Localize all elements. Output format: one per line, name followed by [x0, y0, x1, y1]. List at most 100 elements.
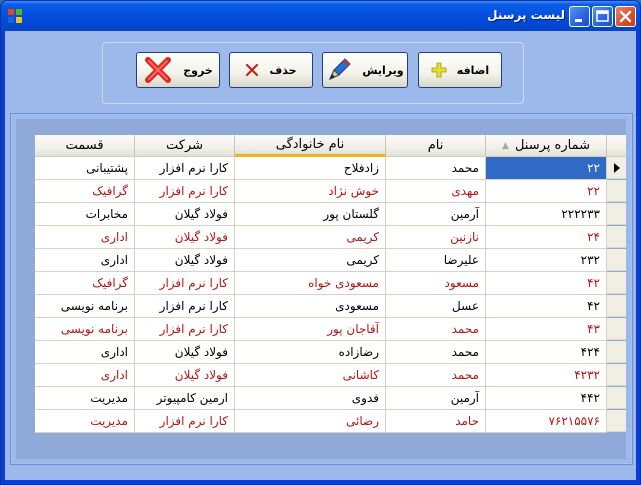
cell-first-name[interactable]: عسل: [386, 295, 486, 318]
column-header-department[interactable]: قسمت: [35, 135, 135, 157]
cell-last-name[interactable]: زادفلاح: [235, 157, 386, 180]
column-header-last-name[interactable]: نام خانوادگی: [235, 135, 386, 157]
row-header[interactable]: [607, 410, 626, 432]
current-row-arrow-icon: [613, 162, 620, 173]
cell-last-name[interactable]: مسعودی خواه: [235, 272, 386, 295]
cell-department[interactable]: گرافیک: [35, 180, 135, 203]
close-button[interactable]: [615, 6, 636, 27]
row-header[interactable]: [607, 180, 626, 202]
row-header[interactable]: [607, 157, 626, 179]
cell-personnel-number[interactable]: ۴۳: [486, 318, 607, 341]
column-header-label: نام خانوادگی: [275, 137, 345, 152]
cell-personnel-number[interactable]: ۲۲: [486, 157, 607, 180]
column-header-personnel-number[interactable]: شماره پرسنل ▲: [486, 135, 607, 157]
cell-last-name[interactable]: گلستان پور: [235, 203, 386, 226]
cell-company[interactable]: کارا نرم افزار: [135, 318, 235, 341]
column-header-first-name[interactable]: نام: [386, 135, 486, 157]
cell-department[interactable]: مدیریت: [35, 387, 135, 410]
toolbar-group: خروج حذف ویرایش اضافه: [102, 42, 524, 104]
minimize-icon: [575, 19, 582, 22]
cell-first-name[interactable]: نازنین: [386, 226, 486, 249]
cell-department[interactable]: اداری: [35, 364, 135, 387]
personnel-grid[interactable]: شماره پرسنل ▲ نام نام خانوادگی شرکت قسمت…: [16, 119, 626, 459]
row-header[interactable]: [607, 387, 626, 409]
delete-button[interactable]: حذف: [229, 52, 313, 88]
cell-company[interactable]: فولاد گیلان: [135, 341, 235, 364]
row-header[interactable]: [607, 318, 626, 340]
cell-company[interactable]: کارا نرم افزار: [135, 157, 235, 180]
cell-company[interactable]: فولاد گیلان: [135, 203, 235, 226]
cell-last-name[interactable]: خوش نژاد: [235, 180, 386, 203]
grid-corner-header[interactable]: [607, 135, 626, 157]
cell-last-name[interactable]: مسعودی: [235, 295, 386, 318]
row-header[interactable]: [607, 203, 626, 225]
cell-last-name[interactable]: رضائی: [235, 410, 386, 433]
row-header[interactable]: [607, 341, 626, 363]
close-icon: [619, 10, 632, 23]
cell-last-name[interactable]: رضازاده: [235, 341, 386, 364]
maximize-button[interactable]: [592, 6, 613, 27]
cell-personnel-number[interactable]: ۴۴۲: [486, 387, 607, 410]
cell-first-name[interactable]: علیرضا: [386, 249, 486, 272]
window-title: لیست پرسنل: [487, 8, 565, 22]
x-icon: [246, 63, 259, 77]
cell-last-name[interactable]: کاشانی: [235, 364, 386, 387]
row-header[interactable]: [607, 226, 626, 248]
cell-personnel-number[interactable]: ۴۲: [486, 272, 607, 295]
cell-last-name[interactable]: کریمی: [235, 249, 386, 272]
cell-first-name[interactable]: محمد: [386, 364, 486, 387]
cell-company[interactable]: ارمین کامپیوتر: [135, 387, 235, 410]
cell-first-name[interactable]: محمد: [386, 157, 486, 180]
cell-personnel-number[interactable]: ۴۲۳۲: [486, 364, 607, 387]
cell-department[interactable]: اداری: [35, 249, 135, 272]
cell-company[interactable]: کارا نرم افزار: [135, 295, 235, 318]
cell-last-name[interactable]: کریمی: [235, 226, 386, 249]
add-button-label: اضافه: [456, 63, 490, 77]
cell-personnel-number[interactable]: ۴۲۴: [486, 341, 607, 364]
cell-company[interactable]: فولاد گیلان: [135, 249, 235, 272]
cell-first-name[interactable]: آرمین: [386, 203, 486, 226]
minimize-button[interactable]: [569, 6, 590, 27]
cell-personnel-number[interactable]: ۲۳۲: [486, 249, 607, 272]
cell-personnel-number[interactable]: ۴۲: [486, 295, 607, 318]
row-header[interactable]: [607, 295, 626, 317]
cell-company[interactable]: فولاد گیلان: [135, 364, 235, 387]
cell-last-name[interactable]: فدوی: [235, 387, 386, 410]
exit-button-label: خروج: [183, 63, 213, 77]
edit-button[interactable]: ویرایش: [322, 52, 408, 88]
row-header[interactable]: [607, 249, 626, 271]
cell-personnel-number[interactable]: ۲۴: [486, 226, 607, 249]
cell-personnel-number[interactable]: ۲۲۲۲۳۳: [486, 203, 607, 226]
cell-first-name[interactable]: آرمین: [386, 387, 486, 410]
windows-flag-icon[interactable]: [7, 8, 23, 24]
cell-company[interactable]: کارا نرم افزار: [135, 180, 235, 203]
grid-panel: شماره پرسنل ▲ نام نام خانوادگی شرکت قسمت…: [10, 113, 633, 465]
cell-personnel-number[interactable]: ۲۲: [486, 180, 607, 203]
title-bar[interactable]: لیست پرسنل: [1, 1, 640, 31]
exit-button[interactable]: خروج: [136, 52, 220, 88]
row-header[interactable]: [607, 272, 626, 294]
cell-department[interactable]: اداری: [35, 226, 135, 249]
cell-first-name[interactable]: محمد: [386, 318, 486, 341]
cell-company[interactable]: کارا نرم افزار: [135, 272, 235, 295]
cell-department[interactable]: مخابرات: [35, 203, 135, 226]
cell-department[interactable]: برنامه نویسی: [35, 295, 135, 318]
cell-department[interactable]: گرافیک: [35, 272, 135, 295]
cell-company[interactable]: فولاد گیلان: [135, 226, 235, 249]
cell-first-name[interactable]: مهدی: [386, 180, 486, 203]
cell-company[interactable]: کارا نرم افزار: [135, 410, 235, 433]
column-header-company[interactable]: شرکت: [135, 135, 235, 157]
row-header[interactable]: [607, 364, 626, 386]
cell-first-name[interactable]: حامد: [386, 410, 486, 433]
pen-icon: [329, 58, 352, 80]
cell-department[interactable]: پشتیبانی: [35, 157, 135, 180]
cell-first-name[interactable]: مسعود: [386, 272, 486, 295]
cell-department[interactable]: مدیریت: [35, 410, 135, 433]
cell-department[interactable]: اداری: [35, 341, 135, 364]
cell-last-name[interactable]: آقاجان پور: [235, 318, 386, 341]
cell-department[interactable]: برنامه نویسی: [35, 318, 135, 341]
cell-personnel-number[interactable]: ۷۶۲۱۵۵۷۶: [486, 410, 607, 433]
column-header-label: قسمت: [65, 138, 104, 153]
add-button[interactable]: اضافه: [418, 52, 502, 88]
cell-first-name[interactable]: محمد: [386, 341, 486, 364]
